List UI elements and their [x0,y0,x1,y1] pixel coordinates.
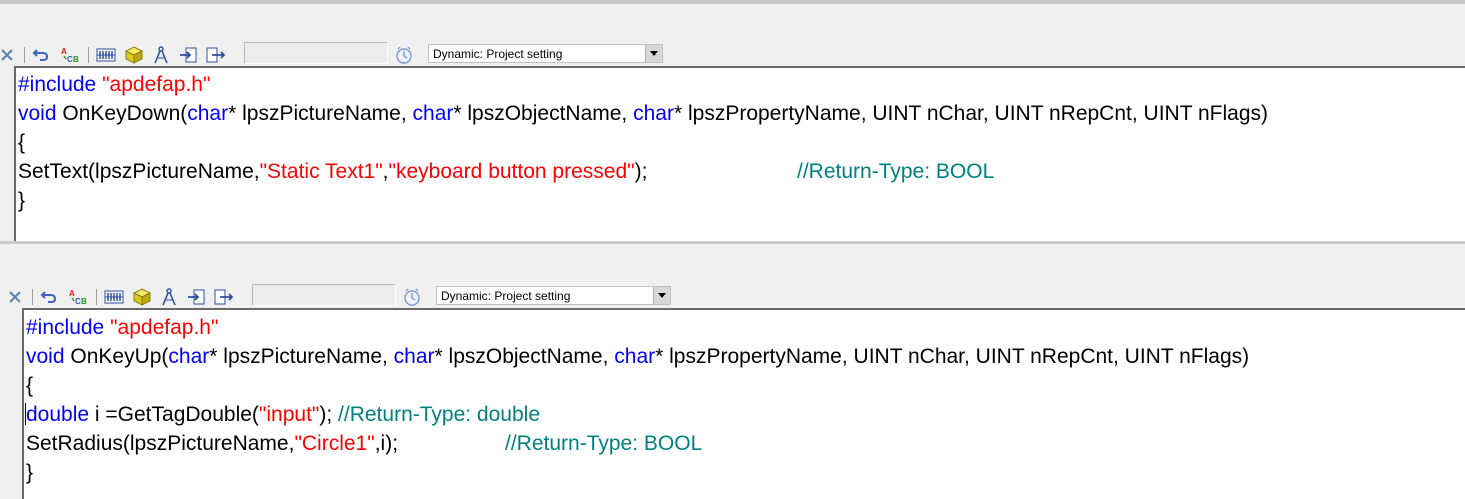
close-icon[interactable] [0,44,17,66]
code-comment-return-type: //Return-Type: BOOL [797,160,995,183]
compass-icon[interactable] [159,286,179,308]
trigger-dropdown-value: Dynamic: Project setting [433,47,563,61]
trigger-clock-icon[interactable] [402,286,422,308]
code-line-signature: void OnKeyUp(char* lpszPictureName, char… [26,345,1250,368]
code-line-setradius: SetRadius(lpszPictureName,"Circle1",i); [26,432,399,455]
trigger-dropdown[interactable]: Dynamic: Project setting [428,44,663,63]
trigger-clock-icon[interactable] [394,44,414,66]
toolbar-separator [24,47,25,63]
pane1-toolbar: ACB Dynamic: Project setting [0,42,670,68]
code-line-include: #include "apdefap.h" [18,73,211,96]
search-field[interactable] [244,42,388,64]
svg-text:B: B [73,55,79,64]
import-icon[interactable] [186,286,206,308]
export-icon[interactable] [214,286,234,308]
code-line-close-brace: } [18,189,26,212]
code-comment-return-type: //Return-Type: BOOL [505,432,703,455]
pane1-code-editor[interactable]: #include "apdefap.h" void OnKeyDown(char… [14,66,1465,241]
toolbar-separator [88,47,89,63]
pane2-code-editor[interactable]: #include "apdefap.h" void OnKeyUp(char* … [22,308,1465,499]
export-icon[interactable] [206,44,226,66]
tags-icon[interactable] [96,44,116,66]
object-icon[interactable] [124,44,144,66]
import-icon[interactable] [178,44,198,66]
search-field[interactable] [252,284,396,306]
svg-text:B: B [81,297,87,306]
toolbar-separator [96,289,97,305]
spell-check-icon[interactable]: ACB [60,44,80,66]
code-line-close-brace: } [26,461,34,484]
compass-icon[interactable] [151,44,171,66]
trigger-dropdown-value: Dynamic: Project setting [441,289,571,303]
code-line-include: #include "apdefap.h" [26,316,219,339]
trigger-dropdown[interactable]: Dynamic: Project setting [436,286,671,305]
toolbar-separator [32,289,33,305]
close-icon[interactable] [5,286,25,308]
code-line-signature: void OnKeyDown(char* lpszPictureName, ch… [18,102,1268,125]
pane2-toolbar: ACB Dynamic: Project setting [0,284,680,310]
chevron-down-icon[interactable] [653,287,670,304]
spell-check-icon[interactable]: ACB [68,286,88,308]
tags-icon[interactable] [104,286,124,308]
undo-icon[interactable] [39,286,59,308]
object-icon[interactable] [132,286,152,308]
code-line-settext: SetText(lpszPictureName,"Static Text1","… [18,160,648,183]
undo-icon[interactable] [31,44,51,66]
code-line-open-brace: { [18,131,26,154]
code-line-double: double i =GetTagDouble("input"); //Retur… [26,403,540,426]
chevron-down-icon[interactable] [645,45,662,62]
code-line-open-brace: { [26,374,34,397]
